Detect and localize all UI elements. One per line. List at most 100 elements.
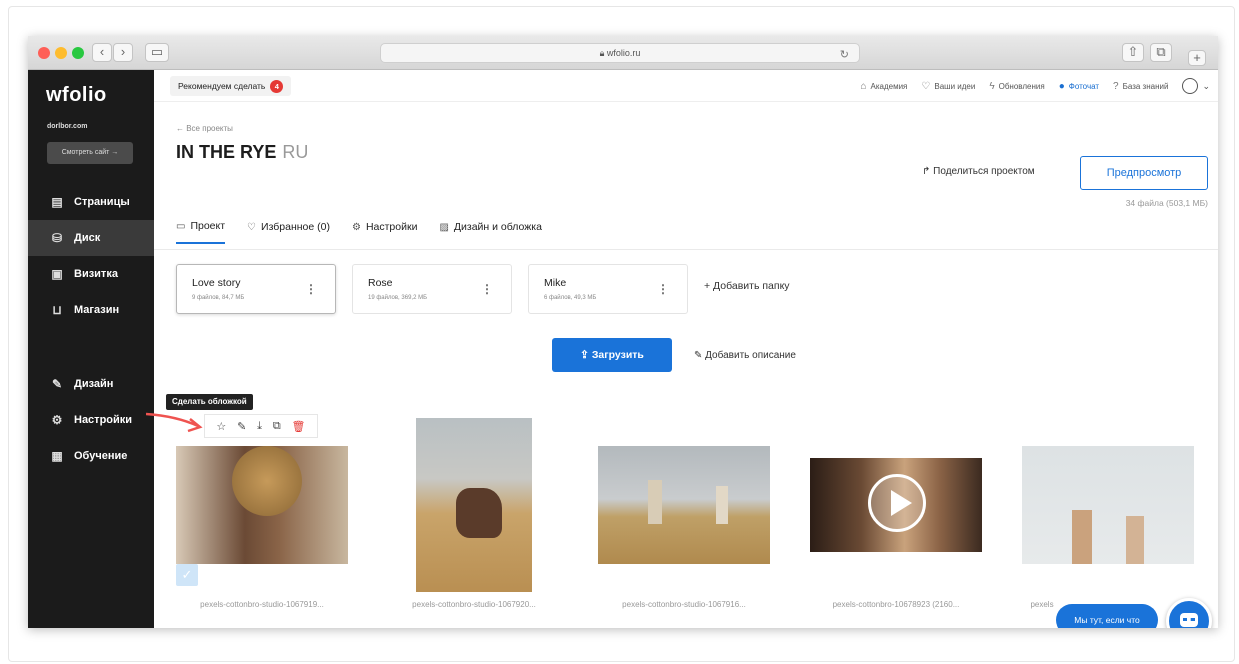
photo-thumbnail[interactable] — [1022, 446, 1194, 564]
trash-icon[interactable]: 🗑︎ — [292, 420, 306, 433]
sidebar-item-label: Дизайн — [74, 378, 114, 390]
pencil-icon[interactable]: ✎ — [237, 420, 246, 433]
project-tabs: ▭ Проект ♡ Избранное (0) ⚙ Настройки ▨ Дизай… — [176, 220, 564, 244]
tab-favorites[interactable]: ♡ Избранное (0) — [247, 220, 330, 244]
sidebar-item-card[interactable]: ▣ Визитка — [28, 256, 154, 292]
photo-filename: pexels — [1030, 600, 1054, 609]
chevron-down-icon[interactable]: ⌄ — [1202, 81, 1210, 92]
sidebar-item-design[interactable]: ✎ Дизайн — [28, 366, 154, 402]
recommend-button[interactable]: Рекомендуем сделать 4 — [170, 76, 292, 96]
minimize-window-button[interactable] — [55, 47, 67, 59]
view-site-button[interactable]: Смотреть сайт → — [47, 142, 133, 164]
folder-name: Mike — [544, 277, 567, 289]
logo[interactable]: wfolio — [46, 84, 107, 107]
photo-thumbnail[interactable] — [176, 446, 348, 564]
photo-thumbnail[interactable] — [416, 418, 532, 592]
back-to-projects-link[interactable]: ← Все проекты — [176, 124, 233, 133]
tabs-overview-button[interactable]: ⧉ — [1150, 43, 1172, 62]
tab-design[interactable]: ▨ Дизайн и обложка — [439, 220, 541, 244]
folder-meta: 19 файлов, 369,2 МБ — [368, 295, 428, 301]
book-icon: ▦ — [51, 449, 63, 463]
photo-detail — [456, 488, 502, 538]
top-bar: Рекомендуем сделать 4 ⌂ Академия ♡ Ваши ид… — [154, 70, 1218, 102]
star-icon[interactable]: ☆ — [216, 420, 226, 433]
folder-card-rose[interactable]: Rose 19 файлов, 369,2 МБ ⋮ — [352, 264, 512, 314]
more-options-icon[interactable]: ⋮ — [481, 282, 493, 296]
updates-link[interactable]: ϟ Обновления — [989, 81, 1044, 92]
new-tab-button[interactable]: + — [1188, 50, 1206, 66]
folder-card-love-story[interactable]: Love story 9 файлов, 84,7 МБ ⋮ — [176, 264, 336, 314]
main-content: ← Все проекты IN THE RYE RU ↱ Поделиться … — [146, 102, 1218, 628]
chat-bubble[interactable]: Мы тут, если что — [1056, 604, 1158, 628]
add-description-label: Добавить описание — [705, 350, 796, 361]
share-browser-button[interactable]: ⇧ — [1122, 43, 1144, 62]
upload-button[interactable]: ⇪ Загрузить — [552, 338, 672, 372]
language-label[interactable]: RU — [282, 142, 308, 162]
sidebar-item-learning[interactable]: ▦ Обучение — [28, 438, 154, 474]
photo-filename: pexels-cottonbro-studio-1067920... — [412, 600, 536, 609]
sidebar-item-shop[interactable]: ⊔ Магазин — [28, 292, 154, 328]
gear-icon: ⚙ — [351, 221, 361, 233]
add-folder-button[interactable]: + Добавить папку — [704, 280, 790, 292]
sidebar-item-label: Настройки — [74, 414, 133, 426]
project-title: IN THE RYE — [176, 142, 277, 162]
close-window-button[interactable] — [38, 47, 50, 59]
sidebar-item-settings[interactable]: ⚙ Настройки — [28, 402, 154, 438]
folder-icon: ▭ — [176, 220, 186, 232]
sidebar-item-disk[interactable]: ⛁ Диск — [28, 220, 154, 256]
reload-icon[interactable]: ↻ — [840, 46, 849, 64]
copy-icon[interactable]: ⧉ — [273, 420, 281, 433]
photo-thumbnail[interactable] — [598, 446, 770, 564]
chat-glyph — [1180, 613, 1198, 627]
image-icon: ▨ — [439, 221, 449, 233]
add-description-button[interactable]: ✎ Добавить описание — [694, 350, 796, 361]
avatar[interactable] — [1182, 78, 1199, 94]
sidebar-item-label: Диск — [74, 232, 101, 244]
photochat-icon: ● — [1058, 80, 1065, 92]
play-icon[interactable] — [868, 474, 926, 532]
files-count: 34 файла (503,1 МБ) — [1125, 198, 1208, 208]
address-bar[interactable]: 🔒︎ wfolio.ru ↻ — [380, 43, 860, 63]
academy-icon: ⌂ — [860, 80, 867, 92]
upload-label: Загрузить — [591, 349, 644, 361]
sidebar: wfolio dorlbor.com Смотреть сайт → ▤ Стра… — [28, 70, 154, 628]
sidebar-toggle-button[interactable]: ▭ — [145, 43, 169, 62]
ideas-link[interactable]: ♡ Ваши идеи — [921, 81, 975, 92]
academy-label: Академия — [870, 81, 908, 91]
sidebar-item-label: Визитка — [74, 268, 118, 280]
photochat-link[interactable]: ● Фоточат — [1059, 81, 1099, 92]
knowledge-base-link[interactable]: ? База знаний — [1113, 81, 1168, 92]
chat-icon[interactable] — [1166, 598, 1212, 628]
lightning-icon: ϟ — [989, 80, 995, 92]
selected-checkbox[interactable]: ✓ — [176, 564, 198, 586]
forward-nav-button[interactable]: › — [113, 43, 133, 62]
sidebar-item-label: Обучение — [74, 450, 128, 462]
chat-dots — [1183, 618, 1195, 621]
video-thumbnail[interactable] — [810, 458, 982, 552]
sidebar-item-label: Страницы — [74, 196, 130, 208]
top-links: ⌂ Академия ♡ Ваши идеи ϟ Обновления ● Фоточа… — [846, 70, 1210, 102]
help-icon: ? — [1113, 80, 1119, 92]
tab-project[interactable]: ▭ Проект — [176, 220, 226, 244]
arrow-annotation-icon — [146, 412, 203, 433]
page-background: ‹ › ▭ 🔒︎ wfolio.ru ↻ ⇧ ⧉ + wfolio dorlbo… — [0, 0, 1239, 664]
academy-link[interactable]: ⌂ Академия — [860, 81, 907, 92]
share-project-button[interactable]: ↱ Поделиться проектом — [922, 166, 1035, 177]
maximize-window-button[interactable] — [72, 47, 84, 59]
download-icon[interactable]: ⤓ — [257, 420, 262, 433]
sidebar-item-pages[interactable]: ▤ Страницы — [28, 184, 154, 220]
back-nav-button[interactable]: ‹ — [92, 43, 112, 62]
photo-detail — [1126, 516, 1144, 564]
photo-filename: pexels-cottonbro-studio-1067919... — [200, 600, 324, 609]
photo-filename: pexels-cottonbro-10678923 (2160... — [832, 600, 960, 609]
folder-card-mike[interactable]: Mike 6 файлов, 49,3 МБ ⋮ — [528, 264, 688, 314]
tab-settings[interactable]: ⚙ Настройки — [352, 220, 417, 244]
knowledge-base-label: База знаний — [1122, 81, 1169, 91]
preview-button[interactable]: Предпросмотр — [1080, 156, 1208, 190]
more-options-icon[interactable]: ⋮ — [657, 282, 669, 296]
recommend-label: Рекомендуем сделать — [178, 81, 266, 91]
more-options-icon[interactable]: ⋮ — [305, 282, 317, 296]
tab-label: Настройки — [365, 221, 418, 233]
ideas-label: Ваши идеи — [934, 81, 976, 91]
cloud-upload-icon: ⇪ — [580, 349, 592, 361]
